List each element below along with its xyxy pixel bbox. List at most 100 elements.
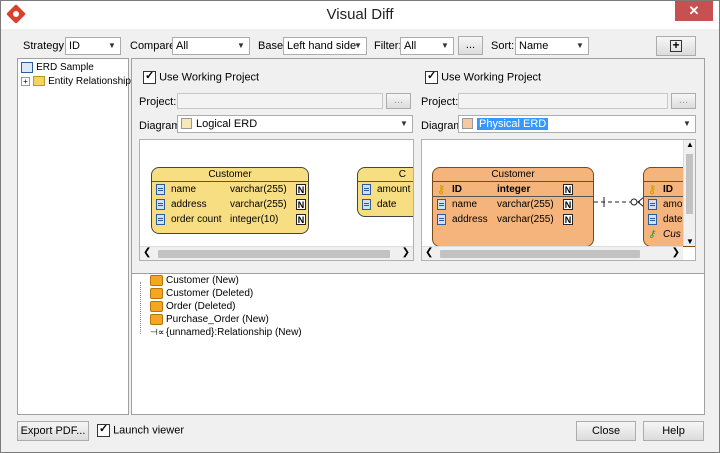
- right-project-label: Project:: [421, 96, 459, 108]
- column-name: name: [452, 199, 478, 210]
- right-diagram-value: Physical ERD: [477, 118, 549, 130]
- list-item[interactable]: Order (Deleted): [150, 300, 235, 313]
- sort-label: Sort:: [491, 40, 515, 52]
- help-button[interactable]: Help: [643, 421, 704, 441]
- relationship-icon: ⊣∝: [150, 327, 165, 337]
- filter-options-button[interactable]: ...: [458, 36, 483, 55]
- filter-select[interactable]: All ▼: [400, 37, 454, 55]
- right-use-working-checkbox[interactable]: [425, 69, 438, 84]
- entity-title: C: [358, 168, 413, 182]
- scroll-right-icon[interactable]: ❯: [672, 247, 680, 258]
- chevron-down-icon: ▼: [441, 41, 449, 50]
- launch-viewer-option[interactable]: Launch viewer: [97, 422, 184, 437]
- column-name: ID: [452, 184, 462, 195]
- table-icon: [150, 274, 163, 286]
- foreign-key-icon: ⚷: [648, 229, 656, 240]
- scroll-down-icon[interactable]: ▼: [686, 237, 694, 246]
- list-item[interactable]: Customer (New): [150, 274, 239, 287]
- right-diagram-canvas[interactable]: Customer ⚷ ID integer N name varchar(255…: [421, 139, 696, 261]
- tree-line: [140, 282, 141, 334]
- scroll-left-icon[interactable]: ❮: [425, 247, 433, 258]
- change-label: Customer (Deleted): [166, 288, 254, 299]
- left-diagram-select[interactable]: Logical ERD ▼: [177, 115, 413, 133]
- compare-select[interactable]: All ▼: [172, 37, 250, 55]
- compare-value: All: [176, 40, 189, 52]
- right-use-working-project[interactable]: Use Working Project: [425, 69, 541, 84]
- chevron-down-icon: ▼: [400, 119, 408, 128]
- list-item[interactable]: Purchase_Order (New): [150, 313, 269, 326]
- left-use-working-project[interactable]: Use Working Project: [143, 69, 259, 84]
- tree-item-entity-relationship[interactable]: + Entity Relationship: [21, 75, 131, 88]
- column-name: order count: [171, 214, 222, 225]
- export-pdf-button[interactable]: Export PDF...: [17, 421, 89, 441]
- left-project-browse-button[interactable]: ...: [386, 93, 411, 109]
- column-name: ID: [663, 184, 673, 195]
- tree-item-label: Entity Relationship: [48, 76, 131, 87]
- left-pane: Use Working Project Project: ... Diagram…: [132, 59, 414, 269]
- scroll-left-icon[interactable]: ❮: [143, 247, 151, 258]
- toolbar: Strategy: ID ▼ Compare: All ▼ Base: Left…: [1, 36, 719, 58]
- primary-key-icon: ⚷: [437, 184, 446, 196]
- column-icon: [648, 214, 657, 225]
- column-icon: [437, 214, 446, 225]
- base-select[interactable]: Left hand side ▼: [283, 37, 367, 55]
- left-horizontal-scrollbar[interactable]: ❮ ❯: [140, 246, 413, 260]
- relationship-connector[interactable]: [594, 195, 644, 209]
- base-value: Left hand side: [287, 40, 357, 52]
- scroll-right-icon[interactable]: ❯: [402, 247, 410, 258]
- left-diagram-canvas[interactable]: Customer name varchar(255) N address var…: [139, 139, 414, 261]
- left-entity-order[interactable]: C amount date: [357, 167, 413, 217]
- changes-list: Customer (New) Customer (Deleted) Order …: [132, 273, 704, 414]
- left-project-field[interactable]: [177, 93, 383, 109]
- entity-row: address varchar(255) N: [433, 212, 593, 227]
- right-project-browse-button[interactable]: ...: [671, 93, 696, 109]
- column-type: varchar(255): [230, 199, 287, 210]
- table-icon: [150, 313, 163, 325]
- list-item[interactable]: Customer (Deleted): [150, 287, 253, 300]
- plus-square-icon: +: [670, 39, 682, 52]
- right-horizontal-scrollbar[interactable]: ❮ ❯: [422, 246, 683, 260]
- compare-area: Use Working Project Project: ... Diagram…: [131, 58, 705, 415]
- right-project-field[interactable]: [458, 93, 668, 109]
- launch-viewer-checkbox[interactable]: [97, 422, 110, 437]
- strategy-select[interactable]: ID ▼: [65, 37, 121, 55]
- change-label: Purchase_Order (New): [166, 314, 269, 325]
- column-type: integer(10): [230, 214, 279, 225]
- add-comparison-button[interactable]: +: [656, 36, 696, 56]
- sort-select[interactable]: Name ▼: [515, 37, 589, 55]
- close-button[interactable]: Close: [576, 421, 636, 441]
- right-diagram-select[interactable]: Physical ERD ▼: [458, 115, 696, 133]
- entity-row: date: [358, 197, 413, 212]
- close-window-button[interactable]: ✕: [675, 1, 713, 21]
- nullable-flag: N: [296, 214, 306, 225]
- scroll-thumb[interactable]: [440, 250, 640, 258]
- scroll-thumb[interactable]: [158, 250, 390, 258]
- entity-title: Customer: [433, 168, 593, 182]
- entity-row: amount: [358, 182, 413, 197]
- left-project-label: Project:: [139, 96, 177, 108]
- column-name: Cus: [663, 229, 681, 240]
- left-entity-customer[interactable]: Customer name varchar(255) N address var…: [151, 167, 309, 234]
- right-vertical-scrollbar[interactable]: ▲ ▼: [683, 140, 695, 246]
- entity-row: order count integer(10) N: [152, 212, 308, 227]
- list-item[interactable]: ⊣∝ {unnamed}:Relationship (New): [150, 326, 302, 339]
- visual-diff-window: Visual Diff ✕ Strategy: ID ▼ Compare: Al…: [0, 0, 720, 453]
- column-name: address: [171, 199, 207, 210]
- chevron-down-icon: ▼: [354, 41, 362, 50]
- strategy-label: Strategy:: [23, 40, 68, 52]
- column-icon: [648, 199, 657, 210]
- tree-root[interactable]: ERD Sample: [21, 61, 94, 74]
- expand-icon[interactable]: +: [21, 76, 30, 86]
- erd-diagram-icon: [181, 118, 192, 129]
- entity-row: name varchar(255) N: [433, 197, 593, 212]
- column-type: varchar(255): [497, 199, 554, 210]
- column-name: date: [377, 199, 397, 210]
- scroll-thumb[interactable]: [686, 154, 693, 214]
- scroll-up-icon[interactable]: ▲: [686, 140, 694, 149]
- entity-title: Customer: [152, 168, 308, 182]
- column-name: name: [171, 184, 197, 195]
- left-use-working-checkbox[interactable]: [143, 69, 156, 84]
- table-icon: [150, 300, 163, 312]
- right-entity-customer[interactable]: Customer ⚷ ID integer N name varchar(255…: [432, 167, 594, 247]
- entity-row: address varchar(255) N: [152, 197, 308, 212]
